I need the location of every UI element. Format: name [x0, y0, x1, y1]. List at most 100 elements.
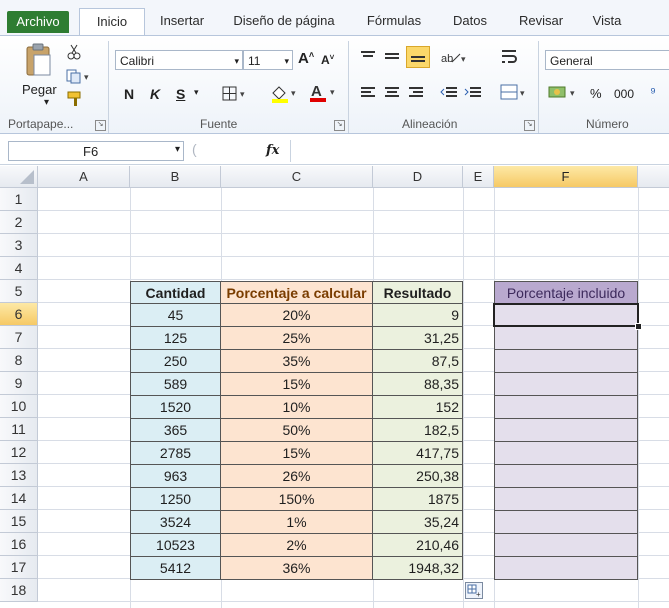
wrap-text-icon[interactable] [500, 48, 518, 69]
thousands-separator-button[interactable]: 000 [614, 87, 634, 101]
cell-resultado[interactable]: 152 [373, 396, 463, 419]
tab-revisar[interactable]: Revisar [510, 10, 572, 32]
tab-inicio[interactable]: Inicio [79, 8, 145, 37]
cell-resultado[interactable]: 9 [373, 304, 463, 327]
tab-vista[interactable]: Vista [582, 10, 632, 32]
row-header-11[interactable]: 11 [0, 418, 38, 441]
name-box[interactable]: F6 ▾ [8, 141, 184, 161]
cell-porcentaje-incluido[interactable] [494, 534, 638, 557]
cell-resultado[interactable]: 182,5 [373, 419, 463, 442]
increase-indent-icon[interactable] [464, 86, 482, 103]
cut-icon[interactable] [66, 44, 82, 63]
row-header-18[interactable]: 18 [0, 579, 38, 602]
row-header-7[interactable]: 7 [0, 326, 38, 349]
cell-porcentaje[interactable]: 15% [221, 373, 373, 396]
row-header-10[interactable]: 10 [0, 395, 38, 418]
row-header-13[interactable]: 13 [0, 464, 38, 487]
cell-porcentaje-incluido[interactable] [494, 396, 638, 419]
cell-porcentaje[interactable]: 25% [221, 327, 373, 350]
row-header-4[interactable]: 4 [0, 257, 38, 280]
column-header-d[interactable]: D [373, 166, 463, 188]
cell-porcentaje-incluido[interactable] [494, 465, 638, 488]
fuente-launcher-icon[interactable]: ↘ [334, 120, 345, 131]
cell-porcentaje[interactable]: 150% [221, 488, 373, 511]
cell-porcentaje-incluido[interactable] [494, 488, 638, 511]
column-header-e[interactable]: E [463, 166, 494, 188]
copy-icon[interactable]: ▾ [66, 68, 92, 87]
cell-resultado[interactable]: 210,46 [373, 534, 463, 557]
cell-resultado[interactable]: 250,38 [373, 465, 463, 488]
cell-porcentaje[interactable]: 2% [221, 534, 373, 557]
row-header-6[interactable]: 6 [0, 303, 38, 326]
italic-button[interactable]: K [150, 86, 160, 102]
header-cantidad[interactable]: Cantidad [130, 281, 221, 304]
tab-archivo[interactable]: Archivo [7, 11, 69, 33]
row-header-16[interactable]: 16 [0, 533, 38, 556]
tab-diseno-pagina[interactable]: Diseño de página [222, 10, 346, 32]
decrease-indent-icon[interactable] [440, 86, 458, 103]
cell-porcentaje[interactable]: 26% [221, 465, 373, 488]
underline-button[interactable]: S [176, 86, 185, 102]
row-header-9[interactable]: 9 [0, 372, 38, 395]
cell-cantidad[interactable]: 10523 [130, 534, 221, 557]
underline-dropdown-icon[interactable]: ▾ [194, 87, 199, 98]
cell-resultado[interactable]: 88,35 [373, 373, 463, 396]
cell-cantidad[interactable]: 963 [130, 465, 221, 488]
cell-resultado[interactable]: 87,5 [373, 350, 463, 373]
shrink-font-icon[interactable]: A˅ [321, 53, 334, 67]
row-header-1[interactable]: 1 [0, 188, 38, 211]
font-color-icon[interactable]: A ▾ [308, 83, 340, 106]
cell-porcentaje[interactable]: 10% [221, 396, 373, 419]
column-header-a[interactable]: A [38, 166, 130, 188]
grow-font-icon[interactable]: A˄ [298, 50, 314, 67]
align-top-icon[interactable] [360, 50, 376, 67]
percent-style-button[interactable]: % [590, 86, 602, 101]
paste-dropdown-icon[interactable]: ▾ [44, 97, 49, 108]
fill-color-icon[interactable]: ▾ [270, 84, 302, 107]
increase-decimal-icon[interactable]: ⁹ [650, 84, 656, 100]
align-center-icon[interactable] [384, 86, 400, 103]
fill-handle[interactable] [635, 323, 642, 330]
alineacion-launcher-icon[interactable]: ↘ [524, 120, 535, 131]
formula-bar-grip-icon[interactable]: ( [192, 141, 210, 161]
cell-porcentaje-incluido[interactable] [494, 511, 638, 534]
row-header-15[interactable]: 15 [0, 510, 38, 533]
row-header-8[interactable]: 8 [0, 349, 38, 372]
auto-fill-options-button[interactable]: + [465, 582, 483, 599]
cell-resultado[interactable]: 417,75 [373, 442, 463, 465]
orientation-icon[interactable]: ab ▾ [440, 50, 468, 69]
align-left-icon[interactable] [360, 86, 376, 103]
tab-datos[interactable]: Datos [442, 10, 498, 32]
cell-cantidad[interactable]: 1250 [130, 488, 221, 511]
cell-cantidad[interactable]: 45 [130, 304, 221, 327]
merge-center-icon[interactable]: ▾ [500, 84, 530, 105]
cell-porcentaje[interactable]: 36% [221, 557, 373, 580]
align-bottom-icon[interactable] [406, 46, 430, 68]
cell-porcentaje-incluido[interactable] [494, 373, 638, 396]
cell-porcentaje-incluido[interactable] [494, 350, 638, 373]
cell-porcentaje[interactable]: 50% [221, 419, 373, 442]
row-header-3[interactable]: 3 [0, 234, 38, 257]
cell-porcentaje-incluido[interactable] [494, 442, 638, 465]
row-header-17[interactable]: 17 [0, 556, 38, 579]
insert-function-icon[interactable]: fx [266, 143, 279, 158]
cell-resultado[interactable]: 31,25 [373, 327, 463, 350]
cell-porcentaje-incluido[interactable] [494, 557, 638, 580]
column-header-c[interactable]: C [221, 166, 373, 188]
currency-format-icon[interactable]: ▾ [548, 84, 582, 105]
font-name-combo[interactable]: Calibri ▾ [115, 50, 243, 70]
select-all-corner[interactable] [0, 166, 38, 188]
cell-cantidad[interactable]: 365 [130, 419, 221, 442]
cell-cantidad[interactable]: 250 [130, 350, 221, 373]
cell-porcentaje[interactable]: 15% [221, 442, 373, 465]
cell-cantidad[interactable]: 125 [130, 327, 221, 350]
cell-porcentaje-incluido[interactable] [494, 327, 638, 350]
cell-porcentaje[interactable]: 1% [221, 511, 373, 534]
number-format-combo[interactable]: General [545, 50, 669, 70]
formula-input[interactable] [290, 140, 669, 162]
column-header-b[interactable]: B [130, 166, 221, 188]
cell-cantidad[interactable]: 1520 [130, 396, 221, 419]
cell-cantidad[interactable]: 5412 [130, 557, 221, 580]
row-header-2[interactable]: 2 [0, 211, 38, 234]
cell-cantidad[interactable]: 589 [130, 373, 221, 396]
